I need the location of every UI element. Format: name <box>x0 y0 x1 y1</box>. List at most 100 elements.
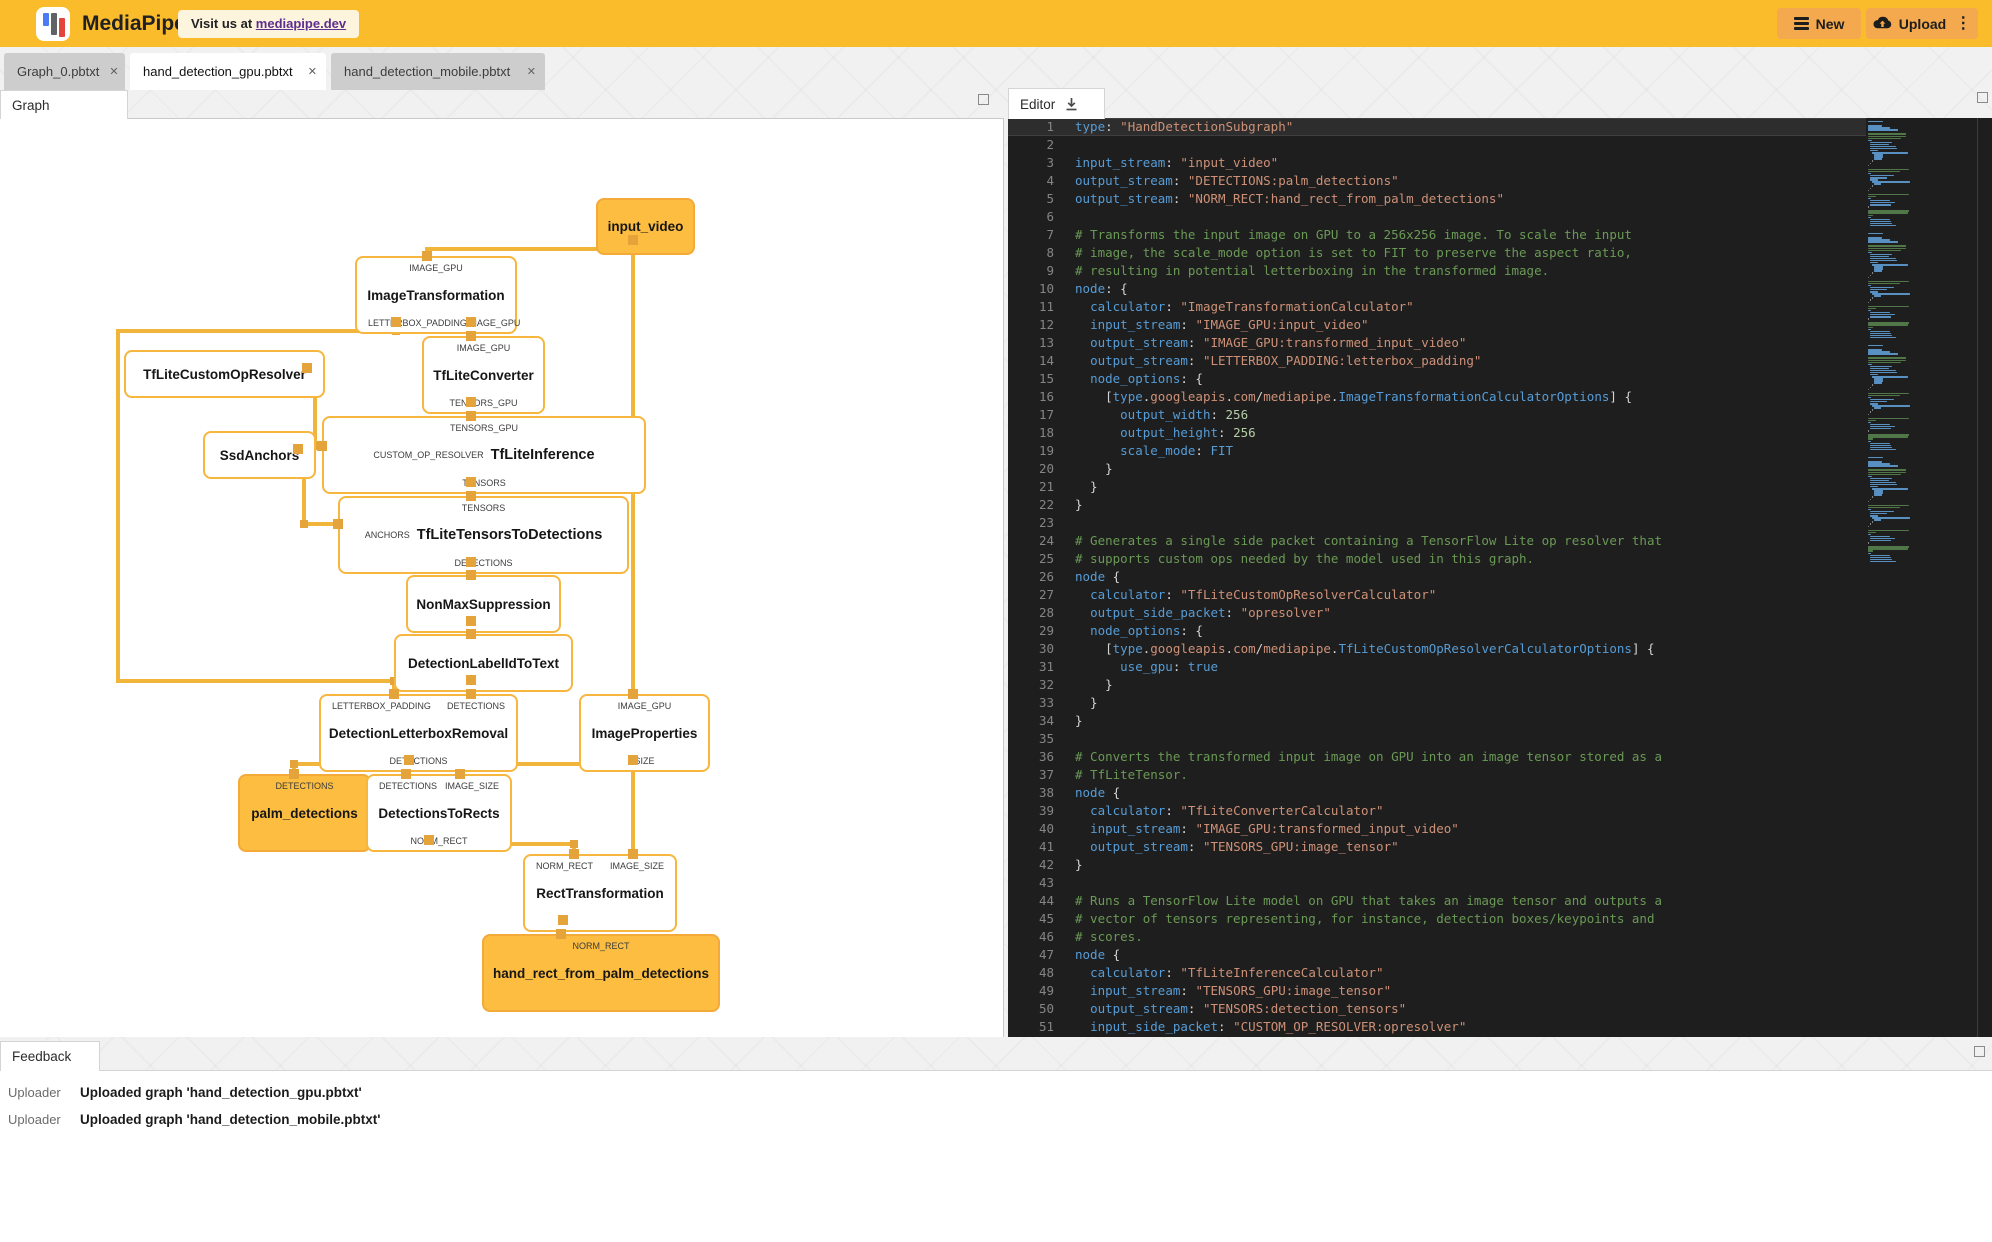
node-title: TfLiteConverter <box>433 367 534 383</box>
code-line: 10 node: { <box>1008 280 1866 298</box>
graph-port <box>289 769 299 779</box>
code-line: 49 input_stream: "TENSORS_GPU:image_tens… <box>1008 982 1866 1000</box>
graph-port <box>466 557 476 567</box>
graph-port <box>391 317 401 327</box>
line-number: 25 <box>1038 551 1054 566</box>
file-tab-hand-detection-gpu[interactable]: hand_detection_gpu.pbtxt ✕ <box>130 53 326 90</box>
graph-node-SsdAnchors[interactable]: SsdAnchors <box>203 431 316 479</box>
graph-node-TfLiteTensorsToDetections[interactable]: TENSORS ANCHORS TfLiteTensorsToDetections D… <box>338 496 629 574</box>
node-title: DetectionLabelIdToText <box>407 655 559 671</box>
cloud-upload-icon <box>1873 16 1892 29</box>
line-number: 4 <box>1046 173 1054 188</box>
line-number: 15 <box>1038 371 1054 386</box>
download-icon[interactable] <box>1063 96 1080 113</box>
feedback-row: Uploader Uploaded graph 'hand_detection_… <box>0 1079 1992 1106</box>
graph-node-RectTransformation[interactable]: NORM_RECT IMAGE_SIZE RectTransformation <box>523 854 677 932</box>
line-number: 6 <box>1046 209 1054 224</box>
close-icon[interactable]: ✕ <box>109 65 118 78</box>
tab-feedback[interactable]: Feedback <box>0 1041 100 1071</box>
upload-button[interactable]: Upload ⋮ <box>1866 8 1978 39</box>
graph-node-DetectionLetterboxRemoval[interactable]: LETTERBOX_PADDING DETECTIONS DetectionLett… <box>319 694 518 772</box>
line-number: 24 <box>1038 533 1054 548</box>
graph-node-input_video[interactable]: input_video <box>596 198 695 255</box>
line-number: 10 <box>1038 281 1054 296</box>
code-line: 25 # supports custom ops needed by the mo… <box>1008 550 1866 568</box>
code-line: 26 node { <box>1008 568 1866 586</box>
line-number: 42 <box>1038 857 1054 872</box>
node-title: hand_rect_from_palm_detections <box>492 965 710 981</box>
node-title: TfLiteCustomOpResolver <box>143 366 306 382</box>
graph-port <box>404 755 414 765</box>
close-icon[interactable]: ✕ <box>527 65 536 78</box>
code-line: 39 calculator: "TfLiteConverterCalculato… <box>1008 802 1866 820</box>
code-line: 28 output_side_packet: "opresolver" <box>1008 604 1866 622</box>
file-tab-hand-detection-mobile[interactable]: hand_detection_mobile.pbtxt ✕ <box>331 53 545 90</box>
feedback-source: Uploader <box>8 1085 61 1100</box>
graph-panel: input_video IMAGE_GPU ImageTransformation L… <box>0 118 1004 1037</box>
graph-port <box>424 835 434 845</box>
file-tab-label: hand_detection_gpu.pbtxt <box>143 64 293 79</box>
graph-node-palm_detections[interactable]: DETECTIONS palm_detections <box>238 774 371 852</box>
code-line: 8 # image, the scale_mode option is set t… <box>1008 244 1866 262</box>
code-line: 24 # Generates a single side packet conta… <box>1008 532 1866 550</box>
graph-node-hand_rect_from_palm_detections[interactable]: NORM_RECT hand_rect_from_palm_detections <box>482 934 720 1012</box>
graph-edge-junction <box>570 840 578 848</box>
more-options-icon[interactable]: ⋮ <box>1955 15 1971 31</box>
port-label: DETECTIONS <box>275 780 334 791</box>
file-tab-graph0[interactable]: Graph_0.pbtxt ✕ <box>4 53 125 90</box>
port-label: CUSTOM_OP_RESOLVER <box>373 450 484 460</box>
graph-node-TfLiteCustomOpResolver[interactable]: TfLiteCustomOpResolver <box>124 350 325 398</box>
code-line: 29 node_options: { <box>1008 622 1866 640</box>
graph-port <box>466 397 476 407</box>
code-line: 31 use_gpu: true <box>1008 658 1866 676</box>
mediapipe-dev-link[interactable]: mediapipe.dev <box>256 16 346 31</box>
tab-graph[interactable]: Graph <box>0 90 128 119</box>
code-line: 17 output_width: 256 <box>1008 406 1866 424</box>
tab-editor[interactable]: Editor <box>1008 88 1105 119</box>
port-label: TENSORS_GPU <box>449 397 518 408</box>
graph-node-DetectionLabelIdToText[interactable]: DetectionLabelIdToText <box>394 634 573 692</box>
code-line: 5 output_stream: "NORM_RECT:hand_rect_fro… <box>1008 190 1866 208</box>
node-title: TfLiteInference <box>490 447 595 463</box>
code-line: 27 calculator: "TfLiteCustomOpResolverCa… <box>1008 586 1866 604</box>
code-line: 16 [type.googleapis.com/mediapipe.ImageT… <box>1008 388 1866 406</box>
file-tab-label: hand_detection_mobile.pbtxt <box>344 64 511 79</box>
line-number: 38 <box>1038 785 1054 800</box>
graph-port <box>466 570 476 580</box>
graph-node-TfLiteConverter[interactable]: IMAGE_GPU TfLiteConverter TENSORS_GPU <box>422 336 545 414</box>
code-line: 50 output_stream: "TENSORS:detection_ten… <box>1008 1000 1866 1018</box>
node-title: SsdAnchors <box>219 447 300 463</box>
graph-node-TfLiteInference[interactable]: TENSORS_GPU CUSTOM_OP_RESOLVER TfLiteInfer… <box>322 416 646 494</box>
new-button[interactable]: New <box>1777 8 1861 39</box>
port-label: IMAGE_SIZE <box>444 780 499 791</box>
code-line: 12 input_stream: "IMAGE_GPU:input_video" <box>1008 316 1866 334</box>
app-title: MediaPipe <box>82 12 186 35</box>
port-label: TENSORS_GPU <box>449 422 518 433</box>
editor-minimap[interactable] <box>1866 118 1978 1037</box>
port-label: DETECTIONS <box>446 700 505 711</box>
code-editor[interactable]: 1 type: "HandDetectionSubgraph" 2 3 input_st… <box>1008 118 1866 1037</box>
line-number: 11 <box>1038 299 1054 314</box>
graph-expand-icon[interactable] <box>978 94 989 105</box>
line-number: 1 <box>1046 119 1054 134</box>
graph-node-DetectionsToRects[interactable]: DETECTIONS IMAGE_SIZE DetectionsToRects NOR… <box>366 774 512 852</box>
new-button-label: New <box>1815 15 1845 32</box>
graph-node-ImageProperties[interactable]: IMAGE_GPU ImageProperties SIZE <box>579 694 710 772</box>
code-line: 45 # vector of tensors representing, for … <box>1008 910 1866 928</box>
graph-port <box>401 769 411 779</box>
code-line: 15 node_options: { <box>1008 370 1866 388</box>
editor-scrollbar[interactable] <box>1977 118 1992 1037</box>
feedback-expand-icon[interactable] <box>1974 1046 1985 1057</box>
code-line: 3 input_stream: "input_video" <box>1008 154 1866 172</box>
code-line: 21 } <box>1008 478 1866 496</box>
editor-expand-icon[interactable] <box>1977 92 1988 103</box>
close-icon[interactable]: ✕ <box>308 65 317 78</box>
feedback-panel: Uploader Uploaded graph 'hand_detection_… <box>0 1070 1992 1242</box>
line-number: 26 <box>1038 569 1054 584</box>
line-number: 28 <box>1038 605 1054 620</box>
line-number: 18 <box>1038 425 1054 440</box>
graph-node-NonMaxSuppression[interactable]: NonMaxSuppression <box>406 575 561 633</box>
line-number: 14 <box>1038 353 1054 368</box>
graph-port <box>466 317 476 327</box>
graph-node-ImageTransformation[interactable]: IMAGE_GPU ImageTransformation LETTERBOX_PA… <box>355 256 520 334</box>
